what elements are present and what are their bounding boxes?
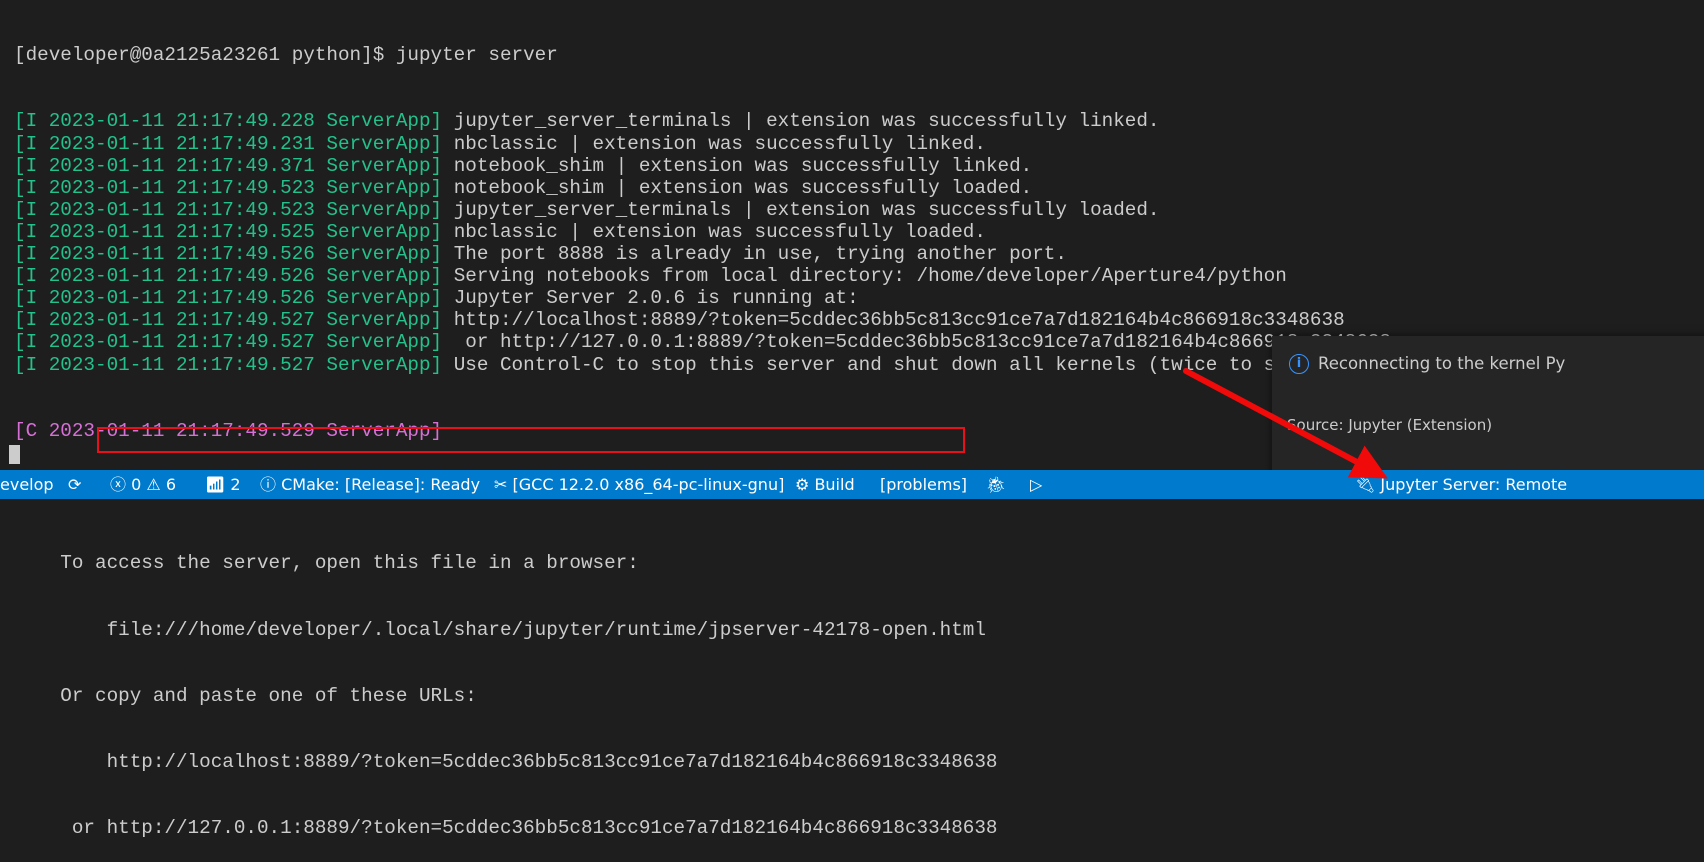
status-bar: evelop ⟳ ⓧ 0 ⚠ 6 📶︎ 2 ⓘ CMake: [Release]… (0, 470, 1704, 499)
log-line: [I 2023-01-11 21:17:49.231 ServerApp] nb… (14, 133, 1483, 155)
log-tag: [I 2023-01-11 21:17:49.527 ServerApp] (14, 353, 443, 376)
log-message: jupyter_server_terminals | extension was… (442, 198, 1160, 221)
loopback-url[interactable]: or http://127.0.0.1:8889/?token=5cddec36… (14, 817, 1483, 839)
log-line: [I 2023-01-11 21:17:49.527 ServerApp] ht… (14, 309, 1483, 331)
run-icon[interactable]: ▷ (1030, 470, 1042, 499)
log-message: http://localhost:8889/?token=5cddec36bb5… (442, 309, 1345, 332)
info-icon: i (1289, 354, 1309, 374)
status-build[interactable]: ⚙ Build (795, 470, 855, 499)
log-line: [I 2023-01-11 21:17:49.526 ServerApp] Th… (14, 243, 1483, 265)
log-tag: [I 2023-01-11 21:17:49.526 ServerApp] (14, 265, 443, 288)
log-line: [I 2023-01-11 21:17:49.523 ServerApp] no… (14, 177, 1483, 199)
status-branch[interactable]: evelop (0, 470, 54, 499)
log-message: The port 8888 is already in use, trying … (442, 243, 1067, 266)
copy-instructions: Or copy and paste one of these URLs: (14, 684, 477, 707)
log-tag: [I 2023-01-11 21:17:49.526 ServerApp] (14, 287, 443, 310)
log-line: [I 2023-01-11 21:17:49.371 ServerApp] no… (14, 155, 1483, 177)
log-tag: [I 2023-01-11 21:17:49.526 ServerApp] (14, 243, 443, 266)
file-url[interactable]: file:///home/developer/.local/share/jupy… (14, 619, 1483, 641)
kit-label: [GCC 12.2.0 x86_64-pc-linux-gnu] (512, 475, 785, 494)
status-ports[interactable]: 📶︎ 2 (205, 470, 241, 499)
log-tag: [I 2023-01-11 21:17:49.231 ServerApp] (14, 132, 443, 155)
status-cmake[interactable]: ⓘ CMake: [Release]: Ready (260, 470, 480, 499)
notification-toast[interactable]: i Reconnecting to the kernel Py Source: … (1272, 336, 1704, 492)
error-icon: ⓧ (110, 475, 127, 494)
notification-source: Source: Jupyter (Extension) (1287, 416, 1493, 434)
log-message: nbclassic | extension was successfully l… (442, 132, 986, 155)
log-message: or http://127.0.0.1:8889/?token=5cddec36… (442, 331, 1391, 354)
log-tag: [I 2023-01-11 21:17:49.527 ServerApp] (14, 331, 443, 354)
log-tag: [I 2023-01-11 21:17:49.228 ServerApp] (14, 110, 443, 133)
log-message: Serving notebooks from local directory: … (442, 265, 1287, 288)
info-icon: ⓘ (260, 475, 277, 494)
status-jupyter-server[interactable]: 🔌︎ Jupyter Server: Remote (1355, 470, 1567, 499)
gear-icon: ⚙ (795, 475, 810, 494)
log-line: [I 2023-01-11 21:17:49.526 ServerApp] Ju… (14, 287, 1483, 309)
warning-icon: ⚠ (146, 475, 161, 494)
log-tag: [I 2023-01-11 21:17:49.525 ServerApp] (14, 220, 443, 243)
ports-count: 2 (230, 475, 241, 494)
log-message: notebook_shim | extension was successful… (442, 154, 1033, 177)
log-tag: [I 2023-01-11 21:17:49.523 ServerApp] (14, 176, 443, 199)
plug-icon: 🔌︎ (1355, 475, 1376, 494)
terminal-cursor (9, 445, 20, 464)
window-bottom (0, 499, 1704, 541)
localhost-url[interactable]: http://localhost:8889/?token=5cddec36bb5… (14, 751, 1483, 773)
log-line: [I 2023-01-11 21:17:49.523 ServerApp] ju… (14, 199, 1483, 221)
log-tag: [I 2023-01-11 21:17:49.523 ServerApp] (14, 198, 443, 221)
log-message: Jupyter Server 2.0.6 is running at: (442, 287, 859, 310)
cmake-label: CMake: [Release]: Ready (281, 475, 481, 494)
log-line: [I 2023-01-11 21:17:49.527 ServerApp] or… (14, 331, 1483, 353)
status-problems-target[interactable]: [problems] (880, 470, 967, 499)
sync-icon[interactable]: ⟳ (68, 470, 81, 499)
log-message: nbclassic | extension was successfully l… (442, 220, 986, 243)
log-line: [I 2023-01-11 21:17:49.525 ServerApp] nb… (14, 221, 1483, 243)
terminal-prompt: [developer@0a2125a23261 python]$ jupyter… (14, 44, 558, 67)
log-tag: [I 2023-01-11 21:17:49.371 ServerApp] (14, 154, 443, 177)
log-message: notebook_shim | extension was successful… (442, 176, 1033, 199)
debug-icon[interactable]: 🐞︎ (986, 470, 1006, 499)
status-kit[interactable]: ✂ [GCC 12.2.0 x86_64-pc-linux-gnu] (494, 470, 784, 499)
notification-message: Reconnecting to the kernel Py (1318, 354, 1566, 373)
status-problems[interactable]: ⓧ 0 ⚠ 6 (110, 470, 176, 499)
jupyter-server-label: Jupyter Server: Remote (1380, 475, 1568, 494)
log-message: jupyter_server_terminals | extension was… (442, 110, 1160, 133)
highlight-box (97, 427, 965, 453)
log-tag: [I 2023-01-11 21:17:49.527 ServerApp] (14, 309, 443, 332)
access-instructions: To access the server, open this file in … (14, 552, 639, 575)
log-line: [I 2023-01-11 21:17:49.527 ServerApp] Us… (14, 354, 1483, 376)
build-label: Build (814, 475, 855, 494)
log-line: [I 2023-01-11 21:17:49.228 ServerApp] ju… (14, 110, 1483, 132)
error-count: 0 (131, 475, 142, 494)
tools-icon: ✂ (494, 475, 508, 494)
log-line: [I 2023-01-11 21:17:49.526 ServerApp] Se… (14, 265, 1483, 287)
antenna-icon: 📶︎ (205, 475, 226, 494)
warning-count: 6 (165, 475, 177, 494)
